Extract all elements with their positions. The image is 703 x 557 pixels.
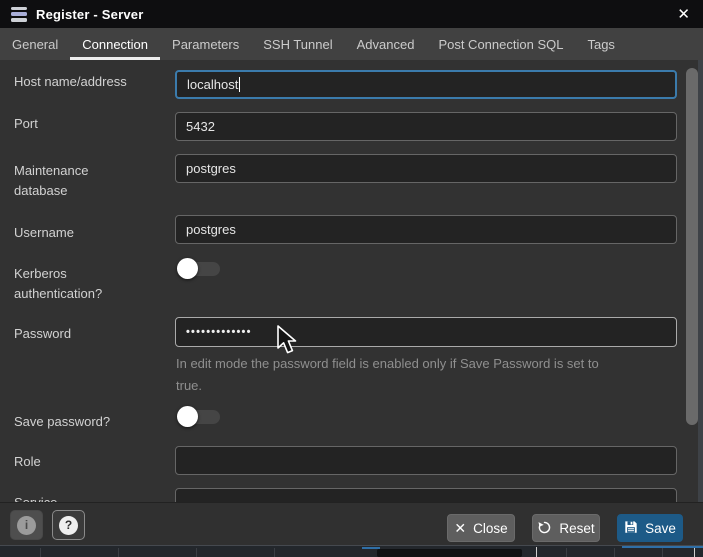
floppy-save-icon bbox=[624, 520, 638, 536]
save-password-toggle[interactable] bbox=[177, 406, 221, 428]
close-icon[interactable]: ✕ bbox=[677, 0, 690, 28]
grid-divider bbox=[566, 548, 567, 557]
host-label: Host name/address bbox=[14, 72, 159, 92]
tab-advanced[interactable]: Advanced bbox=[345, 28, 427, 60]
kerberos-toggle[interactable] bbox=[177, 258, 221, 280]
help-button[interactable]: ? bbox=[52, 510, 85, 540]
panel-divider bbox=[694, 547, 695, 557]
toggle-knob bbox=[177, 258, 198, 279]
service-label: Service bbox=[14, 493, 159, 502]
password-label: Password bbox=[14, 324, 159, 344]
save-button-label: Save bbox=[645, 521, 676, 536]
dialog-titlebar: Register - Server ✕ bbox=[0, 0, 703, 28]
background-app-strip bbox=[0, 545, 703, 557]
server-icon-bar bbox=[11, 12, 27, 16]
server-icon-bar bbox=[11, 7, 27, 11]
username-input[interactable]: postgres bbox=[175, 215, 677, 244]
password-masked-value: ••••••••••••• bbox=[186, 326, 252, 338]
grid-divider bbox=[274, 548, 275, 557]
grid-divider bbox=[614, 548, 615, 557]
dialog-footer: i ? ✕ Close Reset Save bbox=[0, 502, 703, 545]
tab-general[interactable]: General bbox=[0, 28, 70, 60]
reset-button-label: Reset bbox=[559, 521, 594, 536]
reset-undo-icon bbox=[537, 520, 552, 537]
save-button[interactable]: Save bbox=[617, 514, 683, 542]
service-input[interactable] bbox=[175, 488, 677, 502]
panel-divider bbox=[536, 547, 537, 557]
port-label: Port bbox=[14, 114, 159, 134]
grid-divider bbox=[196, 548, 197, 557]
server-icon bbox=[11, 7, 27, 22]
active-tab-accent bbox=[622, 546, 703, 548]
vertical-scrollbar-thumb[interactable] bbox=[686, 68, 698, 425]
role-input[interactable] bbox=[175, 446, 677, 475]
maintenance-db-input[interactable]: postgres bbox=[175, 154, 677, 183]
tab-parameters[interactable]: Parameters bbox=[160, 28, 251, 60]
dialog-title: Register - Server bbox=[36, 7, 143, 22]
close-button[interactable]: ✕ Close bbox=[447, 514, 515, 542]
tab-post-connection-sql[interactable]: Post Connection SQL bbox=[426, 28, 575, 60]
register-server-dialog: Register - Server ✕ General Connection P… bbox=[0, 0, 703, 557]
host-input[interactable]: localhost bbox=[175, 70, 677, 99]
port-value: 5432 bbox=[186, 119, 215, 134]
username-value: postgres bbox=[186, 222, 236, 237]
text-caret bbox=[239, 77, 240, 92]
grid-divider bbox=[662, 548, 663, 557]
toggle-knob bbox=[177, 406, 198, 427]
tab-connection[interactable]: Connection bbox=[70, 28, 160, 60]
tab-ssh-tunnel[interactable]: SSH Tunnel bbox=[251, 28, 344, 60]
host-value: localhost bbox=[187, 77, 238, 92]
background-scrollbar bbox=[377, 549, 522, 557]
background-window-edge bbox=[698, 60, 703, 545]
connection-form: Host name/address localhost Port 5432 Ma… bbox=[0, 60, 703, 502]
reset-button[interactable]: Reset bbox=[532, 514, 600, 542]
close-x-icon: ✕ bbox=[454, 521, 466, 535]
sql-info-button[interactable]: i bbox=[10, 510, 43, 540]
grid-divider bbox=[118, 548, 119, 557]
port-input[interactable]: 5432 bbox=[175, 112, 677, 141]
maintenance-db-value: postgres bbox=[186, 161, 236, 176]
grid-divider bbox=[40, 548, 41, 557]
username-label: Username bbox=[14, 223, 159, 243]
tab-tags[interactable]: Tags bbox=[575, 28, 626, 60]
dialog-tabbar: General Connection Parameters SSH Tunnel… bbox=[0, 28, 703, 60]
server-icon-bar bbox=[11, 18, 27, 22]
kerberos-label: Kerberos authentication? bbox=[14, 264, 159, 304]
info-icon: i bbox=[17, 516, 36, 535]
save-password-label: Save password? bbox=[14, 412, 159, 432]
role-label: Role bbox=[14, 452, 159, 472]
close-button-label: Close bbox=[473, 521, 508, 536]
accent-fragment bbox=[362, 547, 380, 549]
question-mark-icon: ? bbox=[59, 516, 78, 535]
password-input[interactable]: ••••••••••••• bbox=[175, 317, 677, 347]
password-helper-text: In edit mode the password field is enabl… bbox=[176, 353, 676, 397]
maintenance-db-label: Maintenance database bbox=[14, 161, 159, 201]
